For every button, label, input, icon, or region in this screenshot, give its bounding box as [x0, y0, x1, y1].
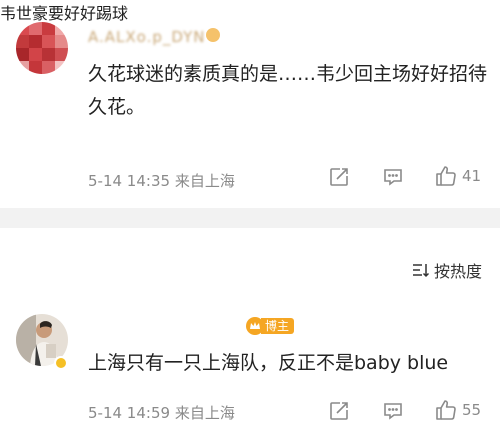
comment-meta: 5-14 14:35 来自上海 — [88, 170, 235, 191]
comment-text: 上海只有一只上海队，反正不是baby blue — [88, 352, 449, 374]
avatar[interactable] — [16, 22, 68, 74]
share-icon — [330, 168, 348, 186]
thumbs-up-icon — [436, 400, 456, 420]
verified-badge-icon — [54, 356, 68, 370]
share-button[interactable] — [328, 166, 350, 188]
like-count: 55 — [462, 401, 482, 419]
like-count: 41 — [462, 167, 482, 185]
comment-item-1: A.ALXo.p_DYN 久花球迷的素质真的是……韦少回主场好好招待久花。 5-… — [0, 0, 500, 208]
comment-icon — [384, 169, 402, 186]
comment-button[interactable] — [382, 400, 404, 422]
section-separator — [0, 208, 500, 228]
share-button[interactable] — [328, 400, 350, 422]
location: 来自上海 — [174, 172, 235, 190]
pixelated-avatar-image — [16, 22, 68, 74]
blogger-badge: 博主 — [246, 316, 295, 336]
comment-button[interactable] — [382, 166, 404, 188]
share-icon — [330, 402, 348, 420]
blogger-badge-label: 博主 — [261, 318, 295, 334]
vip-badge-icon — [206, 28, 220, 42]
comment-text: 久花球迷的素质真的是……韦少回主场好好招待久花。 — [88, 63, 488, 118]
location: 来自上海 — [174, 404, 235, 422]
comment-meta: 5-14 14:59 来自上海 — [88, 402, 235, 423]
timestamp: 5-14 14:59 — [88, 404, 171, 422]
thumbs-up-icon — [436, 166, 456, 186]
like-button[interactable]: 55 — [434, 398, 481, 422]
username[interactable]: A.ALXo.p_DYN — [88, 28, 205, 46]
timestamp: 5-14 14:35 — [88, 172, 171, 190]
like-button[interactable]: 41 — [434, 164, 481, 188]
comment-icon — [384, 403, 402, 420]
